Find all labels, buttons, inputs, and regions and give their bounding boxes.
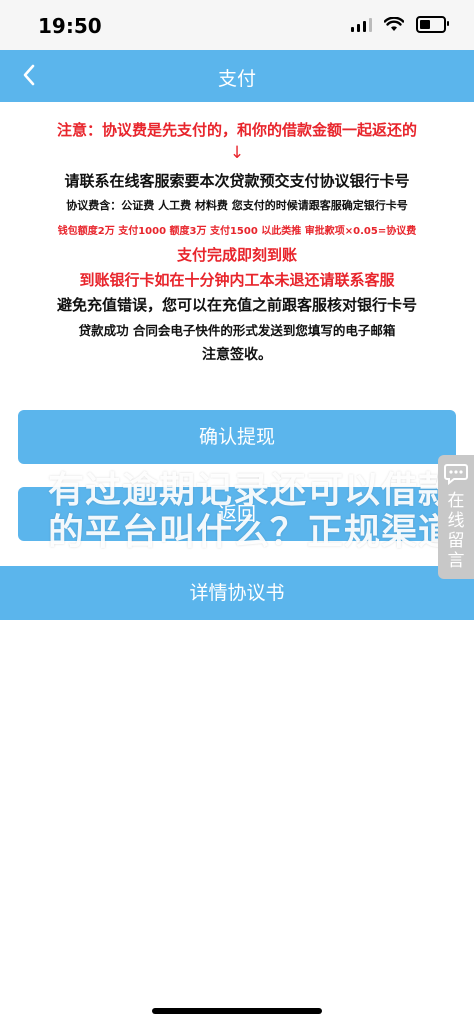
online-message-button[interactable]: 在线留言 bbox=[438, 455, 474, 579]
cellular-signal-icon bbox=[351, 17, 372, 32]
watermark-line-2: 的平台叫什么？正规渠道 bbox=[48, 512, 456, 553]
notice-line-4: 钱包额度2万 支付1000 额度3万 支付1500 以此类推 审批款项×0.05… bbox=[57, 226, 417, 237]
watermark-overlay: 有过逾期记录还可以借款 的平台叫什么？正规渠道 bbox=[48, 470, 455, 554]
agreement-details-button[interactable]: 详情协议书 bbox=[0, 566, 474, 620]
chat-bubble-icon bbox=[444, 464, 468, 485]
notice-line-5: 支付完成即刻到账 bbox=[176, 246, 297, 264]
confirm-withdraw-button[interactable]: 确认提现 bbox=[18, 410, 456, 464]
notice-line-6: 到账银行卡如在十分钟内工本未退还请联系客服 bbox=[79, 271, 395, 289]
notice-line-2: 请联系在线客服索要本次贷款预交支付协议银行卡号 bbox=[64, 172, 410, 190]
notice-line-8: 贷款成功 合同会电子快件的形式发送到您填写的电子邮箱 bbox=[78, 323, 396, 338]
nav-bar: 支付 bbox=[0, 50, 474, 102]
status-time: 19:50 bbox=[38, 14, 102, 38]
notice-line-7: 避免充值错误，您可以在充值之前跟客服核对银行卡号 bbox=[56, 296, 417, 314]
main-content: 注意：协议费是先支付的，和你的借款金额一起返还的 ↓ 请联系在线客服索要本次贷款… bbox=[0, 102, 474, 1024]
status-icons bbox=[351, 16, 449, 33]
watermark-line-1: 有过逾期记录还可以借款 bbox=[48, 470, 456, 511]
notice-line-3: 协议费含：公证费 人工费 材料费 您支付的时候请跟客服确定银行卡号 bbox=[66, 199, 408, 212]
down-arrow: ↓ bbox=[229, 143, 245, 163]
wifi-icon bbox=[384, 17, 404, 31]
online-message-label: 在线留言 bbox=[447, 491, 465, 571]
notice-line-9: 注意签收。 bbox=[202, 347, 272, 363]
page-title: 支付 bbox=[217, 68, 256, 90]
battery-icon bbox=[416, 16, 449, 33]
status-bar: 19:50 bbox=[0, 0, 474, 50]
notice-line-1: 注意：协议费是先支付的，和你的借款金额一起返还的 bbox=[56, 121, 417, 139]
home-indicator[interactable] bbox=[152, 1008, 322, 1014]
